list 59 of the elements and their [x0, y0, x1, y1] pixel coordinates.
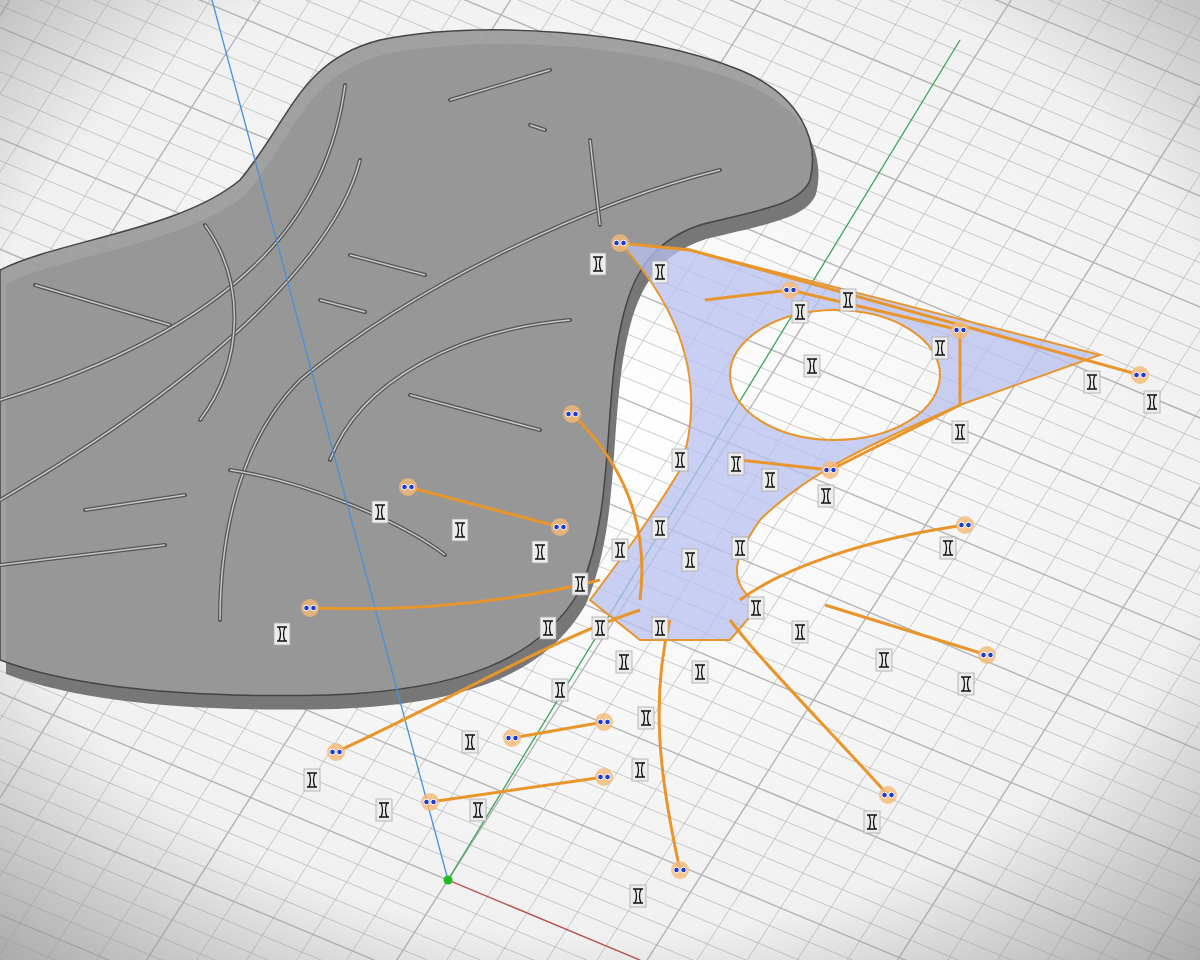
constraint-icon — [761, 468, 779, 492]
constraint-icon — [863, 810, 881, 834]
sketch-point — [301, 599, 319, 617]
constraint-icon — [589, 252, 607, 276]
constraint-icon — [791, 620, 809, 644]
constraint-icon — [375, 798, 393, 822]
sketch-point — [399, 478, 417, 496]
constraint-icon — [671, 448, 689, 472]
constraint-icon — [817, 484, 835, 508]
constraint-icon — [611, 538, 629, 562]
sketch-point — [671, 861, 689, 879]
constraint-icon — [631, 758, 649, 782]
constraint-icon — [651, 516, 669, 540]
sketch-point — [781, 281, 799, 299]
constraint-icon — [791, 300, 809, 324]
sketch-point — [563, 405, 581, 423]
sketch-point — [879, 786, 897, 804]
constraint-icon — [727, 452, 745, 476]
sketch-point — [951, 321, 969, 339]
constraint-icon — [531, 540, 549, 564]
constraint-icon — [931, 336, 949, 360]
constraint-icon — [451, 518, 469, 542]
constraint-icon — [615, 650, 633, 674]
constraint-icon — [731, 536, 749, 560]
sketch-point — [421, 793, 439, 811]
constraint-icon — [1143, 390, 1161, 414]
constraint-icon — [551, 678, 569, 702]
constraint-icon — [651, 616, 669, 640]
constraint-icon — [1083, 370, 1101, 394]
sketch-point — [595, 768, 613, 786]
sketch-point — [821, 461, 839, 479]
constraint-icon — [629, 884, 647, 908]
constraint-icon — [571, 572, 589, 596]
constraint-icon — [273, 622, 291, 646]
constraint-icon — [939, 536, 957, 560]
sketch-point — [978, 646, 996, 664]
constraint-icon — [839, 288, 857, 312]
constraint-icon — [747, 596, 765, 620]
constraint-icon — [681, 548, 699, 572]
constraint-icon — [461, 730, 479, 754]
constraint-icon — [651, 260, 669, 284]
constraint-icon — [303, 768, 321, 792]
sketch-point — [956, 516, 974, 534]
constraint-icon — [691, 660, 709, 684]
sketch-point — [595, 713, 613, 731]
sketch-point — [611, 234, 629, 252]
sketch-point — [1131, 366, 1149, 384]
constraint-icon — [469, 798, 487, 822]
constraint-icon — [951, 420, 969, 444]
sketch-point — [503, 729, 521, 747]
constraint-icon — [637, 706, 655, 730]
sketch-point — [327, 743, 345, 761]
constraint-icon — [539, 616, 557, 640]
constraint-icon — [875, 648, 893, 672]
constraint-icon — [591, 616, 609, 640]
constraint-icon — [957, 672, 975, 696]
constraint-icon — [371, 500, 389, 524]
sketch-point — [551, 518, 569, 536]
constraint-icon — [803, 354, 821, 378]
